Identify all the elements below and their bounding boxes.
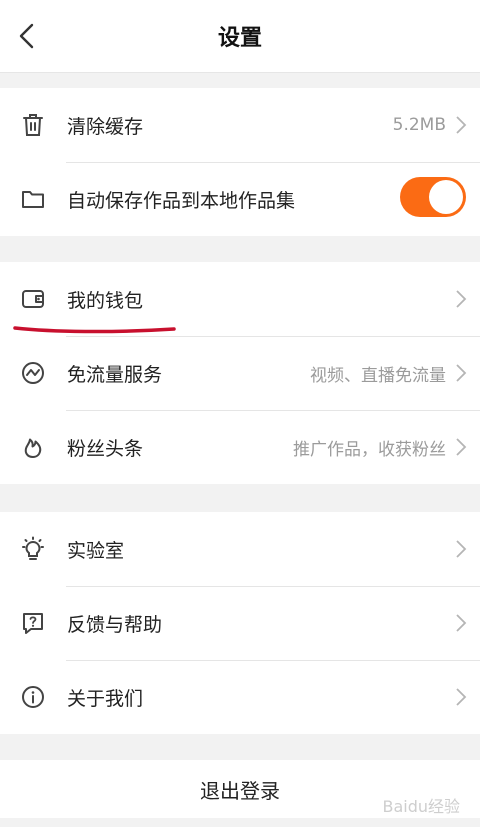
feedback-row[interactable]: 反馈与帮助: [0, 586, 480, 660]
feedback-label: 反馈与帮助: [67, 613, 163, 636]
free-data-label: 免流量服务: [67, 363, 163, 386]
wallet-row[interactable]: 我的钱包: [0, 262, 480, 336]
help-bubble-icon: [20, 610, 46, 636]
settings-group-services: 我的钱包 免流量服务 视频、直播免流量 粉丝头条 推广作品，收获粉丝: [0, 262, 480, 484]
top-bar: 设置: [0, 0, 480, 73]
lab-row[interactable]: 实验室: [0, 512, 480, 586]
fan-headline-value: 推广作品，收获粉丝: [293, 439, 446, 460]
chevron-right-icon: [454, 115, 468, 135]
chevron-right-icon: [454, 289, 468, 309]
fan-headline-row[interactable]: 粉丝头条 推广作品，收获粉丝: [0, 410, 480, 484]
lab-label: 实验室: [67, 539, 125, 562]
auto-save-toggle[interactable]: [400, 177, 466, 217]
auto-save-label: 自动保存作品到本地作品集: [67, 189, 296, 212]
logout-button[interactable]: 退出登录: [0, 760, 480, 818]
flame-icon: [20, 434, 46, 460]
chevron-right-icon: [454, 437, 468, 457]
back-arrow-icon[interactable]: [14, 22, 42, 50]
settings-group-storage: 清除缓存 5.2MB 自动保存作品到本地作品集: [0, 88, 480, 236]
free-data-value: 视频、直播免流量: [310, 365, 446, 386]
clear-cache-row[interactable]: 清除缓存 5.2MB: [0, 88, 480, 162]
about-row[interactable]: 关于我们: [0, 660, 480, 734]
settings-group-help: 实验室 反馈与帮助 关于我们: [0, 512, 480, 734]
cache-size-value: 5.2MB: [392, 115, 446, 135]
chevron-right-icon: [454, 363, 468, 383]
fan-headline-label: 粉丝头条: [67, 437, 144, 460]
page-title: 设置: [217, 26, 262, 51]
toggle-knob: [429, 180, 463, 214]
wallet-icon: [20, 286, 46, 312]
folder-icon: [20, 186, 46, 212]
trash-icon: [20, 112, 46, 138]
chevron-right-icon: [454, 613, 468, 633]
trend-circle-icon: [20, 360, 46, 386]
chevron-right-icon: [454, 687, 468, 707]
clear-cache-label: 清除缓存: [67, 115, 144, 138]
chevron-right-icon: [454, 539, 468, 559]
free-data-row[interactable]: 免流量服务 视频、直播免流量: [0, 336, 480, 410]
logout-label: 退出登录: [200, 778, 280, 803]
about-label: 关于我们: [67, 687, 144, 710]
wallet-label: 我的钱包: [67, 289, 144, 312]
info-icon: [20, 684, 46, 710]
lightbulb-icon: [20, 536, 46, 562]
auto-save-row: 自动保存作品到本地作品集: [0, 162, 480, 236]
